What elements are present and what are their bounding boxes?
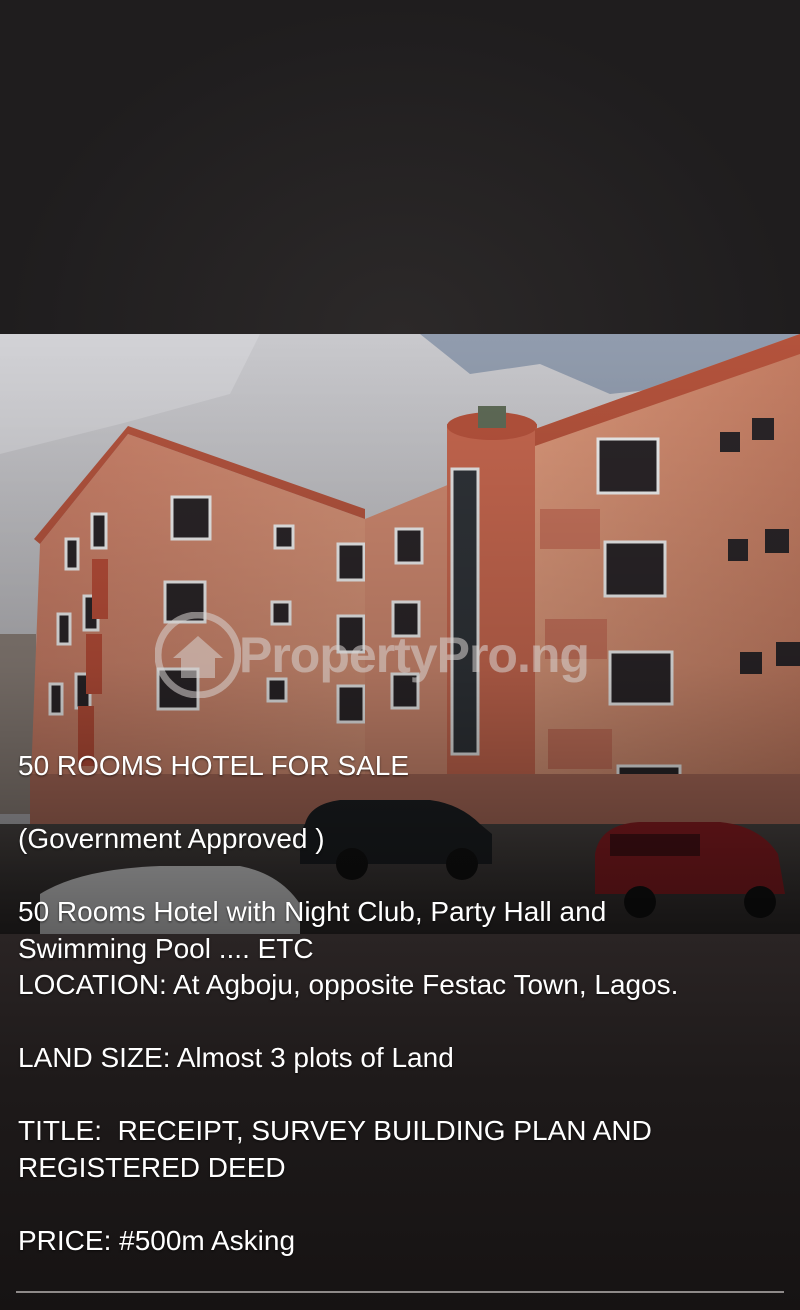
- description-line-2: Swimming Pool .... ETC: [18, 932, 314, 964]
- blurred-background-top: [0, 0, 800, 334]
- location-row: LOCATION: At Agboju, opposite Festac Tow…: [18, 967, 788, 1004]
- description-line-1: 50 Rooms Hotel with Night Club, Party Ha…: [18, 896, 607, 927]
- story-viewer: PropertyPro.ng 50 ROOMS HOTEL FOR SALE (…: [0, 0, 800, 1310]
- approval-note: (Government Approved ): [18, 823, 325, 854]
- propertypro-watermark: PropertyPro.ng: [155, 612, 590, 698]
- price-label: PRICE:: [18, 1224, 112, 1256]
- location-label: LOCATION:: [18, 969, 167, 1000]
- title-value-line-1: RECEIPT, SURVEY BUILDING PLAN AND: [102, 1115, 652, 1146]
- land-size-row: LAND SIZE: Almost 3 plots of Land: [18, 1040, 788, 1077]
- bottom-divider: [16, 1291, 784, 1293]
- watermark-text: PropertyPro.ng: [239, 627, 590, 683]
- title-row: TITLE: RECEIPT, SURVEY BUILDING PLAN AND: [18, 1113, 788, 1150]
- listing-caption: 50 ROOMS HOTEL FOR SALE (Government Appr…: [18, 748, 788, 1259]
- title-value-line-2: REGISTERED DEED: [18, 1151, 286, 1183]
- price-row: PRICE: #500m Asking: [18, 1223, 788, 1260]
- location-value: At Agboju, opposite Festac Town, Lagos.: [166, 969, 679, 1000]
- land-size-label: LAND SIZE:: [18, 1042, 171, 1073]
- land-size-value: Almost 3 plots of Land: [170, 1042, 454, 1073]
- title-label: TITLE:: [18, 1115, 103, 1146]
- price-value: #500m Asking: [111, 1224, 296, 1256]
- listing-title: 50 ROOMS HOTEL FOR SALE: [18, 750, 410, 781]
- house-in-circle-icon: [155, 612, 241, 698]
